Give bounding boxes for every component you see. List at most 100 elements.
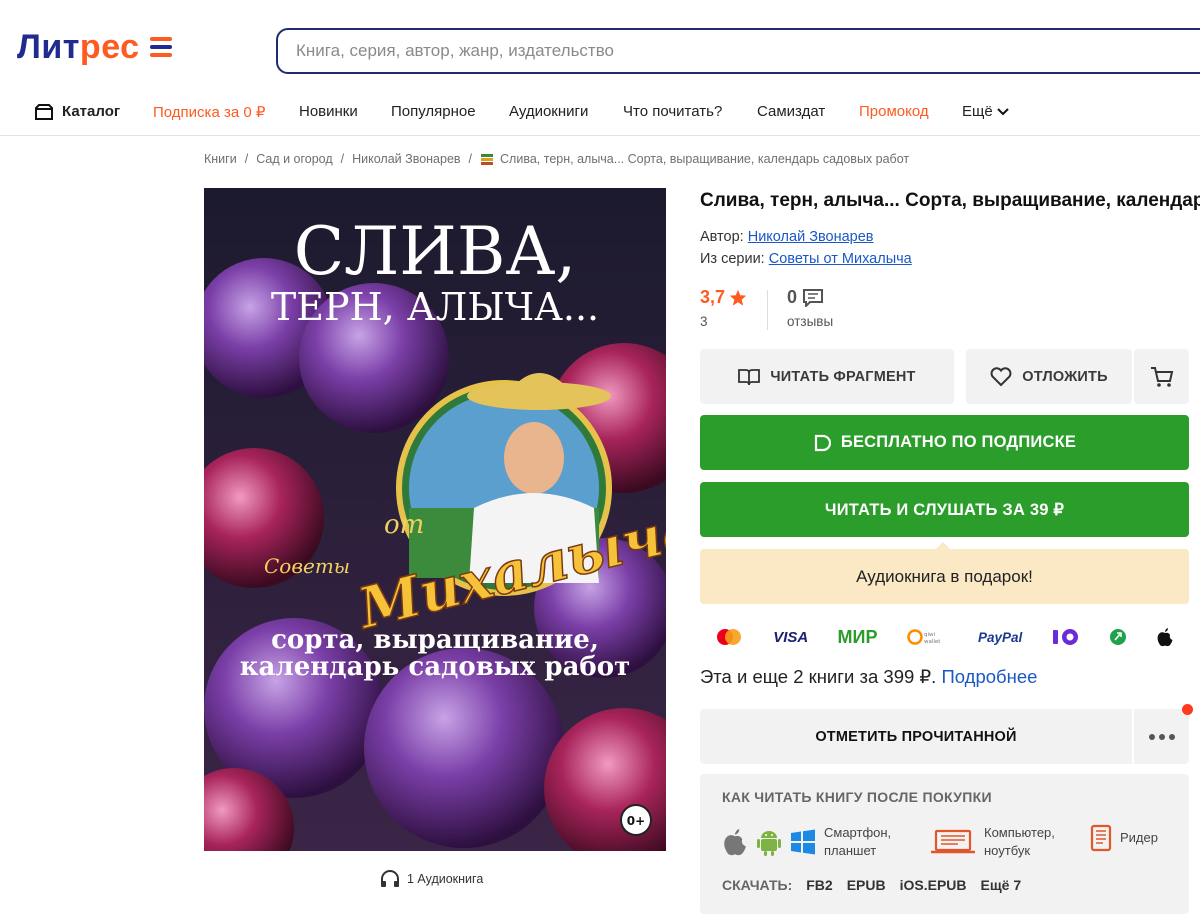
laptop-icon (931, 829, 975, 853)
nav-what-to-read[interactable]: Что почитать? (623, 103, 722, 120)
read-fragment-button[interactable]: ЧИТАТЬ ФРАГМЕНТ (700, 349, 954, 404)
top-nav: Каталог Подписка за 0 ₽ Новинки Популярн… (0, 90, 1200, 136)
headphones-icon (381, 870, 399, 887)
svg-text:wallet: wallet (924, 639, 941, 645)
mir-icon: МИР (837, 626, 878, 647)
mastercard-icon (717, 629, 741, 645)
tablet-label: планшет (824, 842, 877, 858)
qiwi-icon: qiwiwallet (906, 629, 941, 645)
add-to-cart-button[interactable] (1134, 349, 1189, 404)
heart-icon (990, 366, 1012, 386)
logo-part2: рес (79, 28, 140, 66)
read-fragment-label: ЧИТАТЬ ФРАГМЕНТ (770, 368, 916, 385)
bundle-details-link[interactable]: Подробнее (941, 666, 1037, 687)
buy-button[interactable]: ЧИТАТЬ И СЛУШАТЬ ЗА 39 ₽ (700, 482, 1189, 537)
series-label: Из серии: (700, 251, 765, 267)
svg-text:qiwi: qiwi (924, 632, 936, 638)
how-to-read-heading: КАК ЧИТАТЬ КНИГУ ПОСЛЕ ПОКУПКИ (722, 789, 992, 805)
more-options-button[interactable] (1134, 709, 1189, 764)
download-label: СКАЧАТЬ: (722, 877, 793, 893)
subscription-icon (814, 434, 831, 451)
nav-new[interactable]: Новинки (299, 103, 358, 120)
download-formats: СКАЧАТЬ: FB2 EPUB iOS.EPUB Ещё 7 (722, 877, 1021, 893)
nav-audiobooks[interactable]: Аудиокниги (509, 103, 588, 120)
series-link[interactable]: Советы от Михалыча (769, 251, 912, 267)
series-line: Из серии: Советы от Михалыча (700, 251, 912, 267)
windows-icon (791, 829, 815, 855)
postpone-button[interactable]: ОТЛОЖИТЬ (966, 349, 1132, 404)
rating-value: 3,7 (700, 287, 726, 307)
audiobook-note-label: 1 Аудиокнига (407, 872, 484, 886)
smartphone-label: Смартфон, (824, 825, 892, 840)
rating-block[interactable]: 3,7 3 (700, 287, 747, 329)
star-icon (729, 289, 747, 306)
free-subscription-label: БЕСПЛАТНО ПО ПОДПИСКЕ (840, 433, 1077, 451)
nav-catalog-label: Каталог (62, 103, 121, 120)
cover-title-line1: СЛИВА, (294, 213, 577, 290)
cover-subtitle-line1: сорта, выращивание, (271, 625, 599, 655)
book-stack-icon (481, 154, 494, 165)
search-box[interactable] (276, 28, 1200, 74)
book-cover[interactable]: СЛИВА, ТЕРН, АЛЫЧА... Советы от Михалыча… (204, 188, 666, 851)
postpone-label: ОТЛОЖИТЬ (1022, 368, 1108, 385)
reader-label: Ридер (1120, 830, 1158, 846)
mark-as-read-button[interactable]: ОТМЕТИТЬ ПРОЧИТАННОЙ (700, 709, 1132, 764)
catalog-icon (35, 103, 53, 120)
breadcrumb-current: Слива, терн, алыча... Сорта, выращивание… (500, 152, 910, 166)
search-input[interactable] (296, 41, 1200, 61)
breadcrumb: Книги / Сад и огород / Николай Звонарев / С… (204, 152, 910, 166)
breadcrumb-books[interactable]: Книги (204, 152, 237, 166)
nav-promocode[interactable]: Промокод (859, 103, 929, 120)
format-ios-epub-link[interactable]: iOS.EPUB (900, 877, 967, 893)
device-reader[interactable]: Ридер (1090, 824, 1158, 852)
yoomoney-icon (1052, 629, 1078, 645)
rating-count: 3 (700, 314, 708, 329)
payment-methods: VISA МИР qiwi wallet PayPal (714, 624, 1174, 650)
book-title: Слива, терн, алыча... Сорта, выращивание… (700, 190, 1200, 211)
chevron-down-icon (996, 107, 1009, 115)
apple-icon (724, 828, 746, 855)
age-rating-badge: 0+ (627, 814, 645, 828)
nav-catalog[interactable]: Каталог (34, 103, 120, 120)
free-subscription-button[interactable]: БЕСПЛАТНО ПО ПОДПИСКЕ (700, 415, 1189, 470)
breadcrumb-author[interactable]: Николай Звонарев (352, 152, 460, 166)
cover-series-ot: от (384, 510, 424, 540)
logo-part1: Лит (17, 28, 80, 66)
apple-pay-icon (1157, 628, 1173, 647)
computer-label: Компьютер, (984, 825, 1055, 840)
cover-subtitle-line2: календарь садовых работ (240, 652, 630, 682)
author-line: Автор: Николай Звонарев (700, 229, 873, 245)
comment-icon (803, 288, 824, 307)
device-computer[interactable]: Компьютер, ноутбук (930, 824, 1055, 859)
breadcrumb-garden[interactable]: Сад и огород (256, 152, 332, 166)
device-smartphone[interactable]: Смартфон, планшет (722, 824, 891, 859)
notification-dot (1182, 704, 1193, 715)
visa-icon: VISA (773, 628, 809, 646)
format-fb2-link[interactable]: FB2 (806, 877, 832, 893)
nav-subscription[interactable]: Подписка за 0 ₽ (153, 103, 265, 121)
reviews-block[interactable]: 0 отзывы (787, 287, 833, 329)
audiobook-note[interactable]: 1 Аудиокнига (380, 870, 483, 888)
logo-text: Литрес (17, 30, 140, 64)
cover-series-small: Советы (264, 554, 350, 578)
nav-popular[interactable]: Популярное (391, 103, 476, 120)
nav-samizdat[interactable]: Самиздат (757, 103, 825, 120)
nav-more[interactable]: Ещё (962, 103, 1009, 120)
litres-logo[interactable]: Литрес (17, 30, 172, 64)
nav-more-label: Ещё (962, 103, 993, 120)
android-icon (757, 830, 781, 856)
open-book-icon (738, 368, 761, 385)
green-pay-icon (1109, 629, 1126, 645)
laptop-label: ноутбук (984, 842, 1031, 858)
format-epub-link[interactable]: EPUB (847, 877, 886, 893)
cover-art: СЛИВА, ТЕРН, АЛЫЧА... Советы от Михалыча… (204, 188, 666, 851)
bundle-text: Эта и еще 2 книги за 399 ₽. (700, 666, 937, 687)
reviews-count: 0 (787, 287, 798, 307)
cart-icon (1150, 366, 1173, 387)
how-to-read-panel: КАК ЧИТАТЬ КНИГУ ПОСЛЕ ПОКУПКИ Смартфон,… (700, 774, 1189, 914)
cover-title-line2: ТЕРН, АЛЫЧА... (271, 285, 599, 329)
format-more-link[interactable]: Ещё 7 (981, 877, 1022, 893)
author-link[interactable]: Николай Звонарев (748, 229, 874, 245)
divider (767, 290, 768, 330)
paypal-icon: PayPal (977, 629, 1023, 645)
